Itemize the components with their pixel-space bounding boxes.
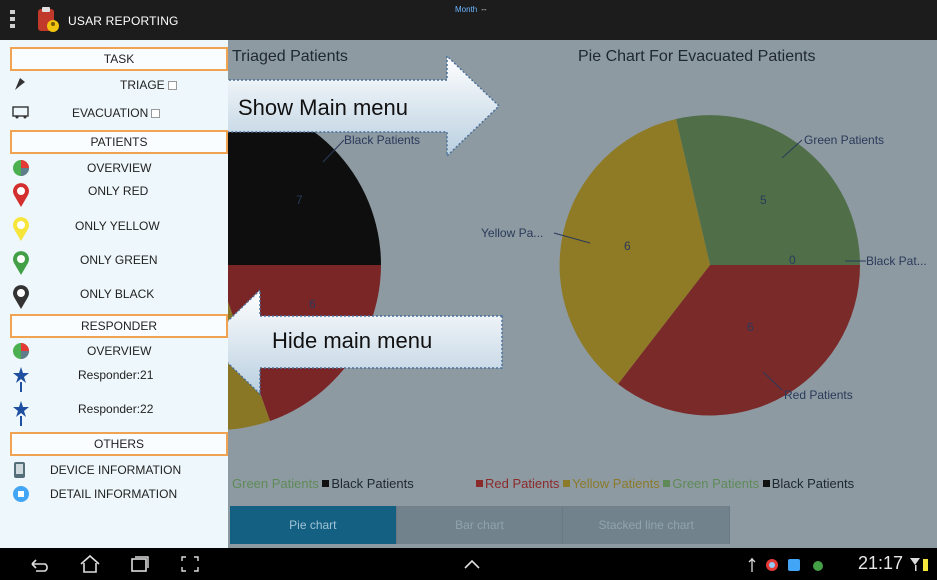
black-marker-icon (12, 285, 30, 309)
left-legend: Green Patients Black Patients (232, 476, 414, 491)
left-pie-value-black: 7 (296, 193, 303, 207)
menu-item-responder-22[interactable]: Responder:22 (0, 398, 228, 430)
app-title: USAR REPORTING (68, 14, 179, 28)
medic-star-icon (13, 401, 29, 426)
show-menu-hint: Show Main menu (238, 95, 408, 120)
responder-overview-label: OVERVIEW (87, 344, 152, 358)
pie-overview-icon (13, 343, 29, 359)
right-pie: 5 0 6 6 Green Patients Yellow Pa... Blac… (481, 115, 927, 416)
menu-item-patients-overview[interactable]: OVERVIEW (0, 157, 228, 179)
green-marker-icon (12, 251, 30, 275)
right-legend-black: Black Patients (771, 476, 855, 491)
tab-stacked-line-chart[interactable]: Stacked line chart (563, 506, 731, 544)
menu-item-only-yellow[interactable]: ONLY YELLOW (0, 212, 228, 244)
triage-checkbox[interactable] (167, 81, 177, 90)
medic-star-icon (13, 367, 29, 392)
menu-item-evacuation[interactable]: EVACUATION (0, 102, 228, 124)
menu-item-device-information[interactable]: DEVICE INFORMATION (0, 459, 228, 481)
only-red-label: ONLY RED (88, 184, 149, 198)
red-marker-icon (12, 183, 30, 207)
right-pie-value-black: 0 (789, 253, 796, 267)
device-icon (14, 462, 25, 478)
yellow-marker-icon (12, 217, 30, 241)
action-bar: USAR REPORTING Month -- (0, 0, 937, 40)
only-black-label: ONLY BLACK (80, 287, 155, 301)
section-others: OTHERS (10, 432, 228, 456)
right-pie-value-red: 6 (747, 320, 754, 334)
right-pie-label-red: Red Patients (784, 388, 853, 402)
info-icon (13, 486, 29, 502)
section-responder: RESPONDER (10, 314, 228, 338)
right-pie-label-green: Green Patients (804, 133, 884, 147)
main-menu-drawer: TASK TRIAGE EVACUATION PATIENTS OVERVIEW… (0, 40, 228, 548)
signal-battery-icon (910, 558, 928, 571)
month-selector[interactable]: Month -- (455, 5, 487, 14)
patients-overview-label: OVERVIEW (87, 161, 152, 175)
menu-item-only-red[interactable]: ONLY RED (0, 180, 228, 210)
right-pie-value-green: 5 (760, 193, 767, 207)
tab-pie-chart[interactable]: Pie chart (230, 506, 397, 544)
responder-22-label: Responder:22 (78, 402, 154, 416)
right-legend: Red Patients Yellow Patients Green Patie… (476, 476, 854, 491)
menu-item-triage[interactable]: TRIAGE (0, 74, 228, 96)
chevron-up-icon[interactable] (462, 558, 482, 570)
menu-item-responder-21[interactable]: Responder:21 (0, 364, 228, 396)
right-pie-value-yellow: 6 (624, 239, 631, 253)
ambulance-icon (12, 106, 29, 119)
left-pie-label-black: Black Patients (344, 133, 420, 147)
triage-label: TRIAGE (120, 78, 165, 92)
right-legend-swatch-red (476, 480, 483, 487)
menu-item-only-green[interactable]: ONLY GREEN (0, 246, 228, 278)
right-legend-yellow: Yellow Patients (572, 476, 660, 491)
section-patients: PATIENTS (10, 130, 228, 154)
right-pie-label-yellow: Yellow Pa... (481, 226, 543, 240)
status-clock: 21:17 (857, 553, 903, 573)
menu-item-responder-overview[interactable]: OVERVIEW (0, 340, 228, 362)
left-legend-swatch-black (322, 480, 330, 487)
responder-21-label: Responder:21 (78, 368, 154, 382)
home-icon[interactable] (78, 554, 102, 574)
right-legend-green: Green Patients (672, 476, 760, 491)
left-legend-green: Green Patients (232, 476, 319, 491)
only-green-label: ONLY GREEN (80, 253, 158, 267)
detail-information-label: DETAIL INFORMATION (50, 487, 178, 501)
menu-item-detail-information[interactable]: DETAIL INFORMATION (0, 483, 228, 505)
left-pie-slice-black (215, 99, 381, 265)
menu-item-only-black[interactable]: ONLY BLACK (0, 280, 228, 312)
right-legend-swatch-yellow (563, 480, 571, 487)
right-legend-swatch-black (762, 480, 770, 487)
device-information-label: DEVICE INFORMATION (50, 463, 182, 477)
pie-overview-icon (13, 160, 29, 176)
tab-bar-chart[interactable]: Bar chart (396, 506, 564, 544)
right-legend-swatch-green (663, 480, 671, 487)
chart-type-tabs: Pie chart Bar chart Stacked line chart (230, 506, 731, 544)
menu-toggle-icon[interactable] (10, 10, 16, 32)
section-task: TASK (10, 47, 228, 71)
system-nav-bar: 21:17 (0, 548, 937, 580)
app-logo-icon (38, 7, 59, 32)
left-pie-value-red: 6 (309, 297, 316, 311)
right-legend-red: Red Patients (485, 476, 560, 491)
evacuation-checkbox[interactable] (151, 109, 161, 118)
month-value: -- (481, 5, 487, 14)
status-icons (748, 558, 823, 572)
month-label: Month (455, 5, 478, 14)
evacuation-label: EVACUATION (72, 106, 149, 120)
hide-menu-hint: Hide main menu (272, 328, 433, 353)
recent-apps-icon[interactable] (130, 555, 150, 573)
only-yellow-label: ONLY YELLOW (75, 219, 160, 233)
screenshot-icon[interactable] (180, 555, 200, 573)
triage-icon (15, 78, 25, 90)
back-icon[interactable] (28, 556, 50, 572)
right-pie-label-black: Black Pat... (866, 254, 927, 268)
left-legend-black: Black Patients (331, 476, 414, 491)
